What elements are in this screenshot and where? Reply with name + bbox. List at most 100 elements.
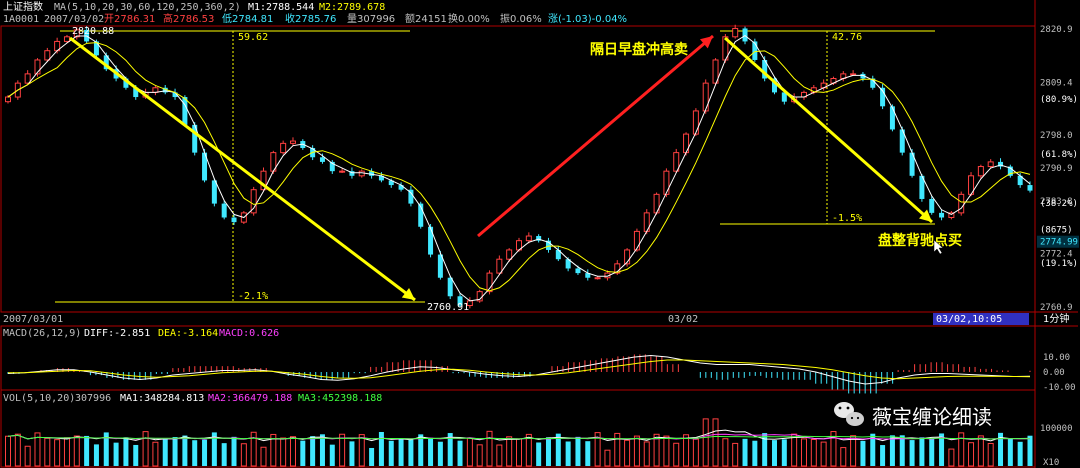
vol-bar-up: [732, 442, 739, 467]
vol-bar-down: [310, 436, 316, 466]
vol-bar-down: [1017, 441, 1023, 466]
vol-bar-down: [536, 442, 542, 466]
vol-bar-down: [133, 444, 139, 466]
candle-body-up: [339, 170, 346, 173]
vol-bar-up: [44, 437, 51, 467]
candle-body-down: [575, 268, 581, 274]
vol-bar-up: [506, 436, 513, 467]
candle-body-down: [929, 198, 935, 213]
vol-bar-up: [516, 438, 522, 467]
moving-average-lines: [7, 34, 1031, 302]
vol-bar-down: [221, 443, 227, 466]
vol-bar-up: [14, 433, 21, 467]
vol-bar-up: [5, 435, 11, 467]
vol-bar-up: [702, 418, 709, 467]
candle-body-up: [5, 96, 11, 103]
candle-body-up: [633, 230, 640, 251]
arrow-up-shaft: [477, 34, 714, 238]
index-name[interactable]: 上证指数: [3, 0, 43, 13]
vol-bar-down: [565, 441, 571, 466]
vol-ma1: MA1:348284.813: [120, 393, 204, 404]
price-axis-label: (8675): [1040, 226, 1073, 236]
vol-bar-up: [948, 448, 955, 467]
macd-axis-label: 0.00: [1043, 368, 1065, 378]
close-value: 收2785.76: [285, 12, 336, 25]
vol-bar-down: [319, 434, 325, 466]
vol-bar-up: [466, 437, 473, 467]
vol-bar-up: [692, 438, 699, 467]
vol-bar-down: [889, 435, 895, 466]
vol-bar-down: [457, 440, 463, 466]
vol-bar-down: [388, 440, 394, 466]
macd-axis: 10.00 0.00 -10.00: [1043, 353, 1076, 393]
vol-bar-up: [683, 434, 690, 467]
vol-bar-down: [919, 437, 925, 466]
vol-bar-up: [663, 435, 670, 467]
vol-bar-up: [73, 435, 80, 467]
candle-body-up: [525, 235, 532, 242]
time-cursor: 03/02,10:05: [936, 314, 1002, 325]
vol-bar-up: [791, 433, 798, 467]
candle-body-down: [939, 212, 945, 218]
candle-body-up: [692, 110, 699, 135]
price-axis-label: 2774.99: [1040, 238, 1078, 248]
candle-body-up: [280, 142, 287, 154]
vol-bar-up: [987, 442, 994, 467]
price-axis-label: 2798.0: [1040, 131, 1073, 141]
vol-bar-up: [260, 446, 267, 467]
candle-body-down: [398, 185, 404, 190]
watermark: 薇宝缠论细读: [834, 402, 992, 429]
low-label: 2760.91: [427, 302, 469, 313]
vol-bar-down: [172, 437, 178, 466]
vol-bar-up: [496, 444, 503, 467]
macd-header: MACD(26,12,9) DIFF:-2.851 DEA:-3.164 MAC…: [3, 328, 279, 339]
pct-left-top: 59.62: [238, 32, 268, 43]
vol-bar-down: [1007, 438, 1013, 466]
vol-bar-up: [624, 439, 631, 467]
macd-axis-label: 10.00: [1043, 353, 1070, 363]
vol-bar-up: [289, 436, 296, 467]
stock-chart[interactable]: 上证指数 MA(5,10,20,30,60,120,250,360,2) M1:…: [0, 0, 1080, 468]
candle-body-down: [742, 28, 748, 42]
macd-axis-label: -10.00: [1043, 383, 1076, 393]
vol-bar-down: [545, 437, 551, 466]
vol-ma3: MA3:452398.188: [298, 393, 382, 404]
vol-bar-up: [820, 441, 827, 467]
period-selector[interactable]: 1分钟: [1043, 312, 1069, 325]
low-value: 低2784.81: [222, 12, 273, 25]
candle-body-up: [702, 82, 709, 112]
vol-bar-up: [800, 438, 807, 467]
m2-value: M2:2789.678: [319, 2, 385, 13]
ma-long-line: [7, 42, 1031, 292]
candle-body-down: [319, 157, 325, 162]
vol-bar-down: [899, 435, 905, 466]
vol-bar-down: [113, 442, 119, 466]
vol-bar-down: [202, 439, 208, 466]
vol-ma2: MA2:366479.188: [208, 393, 292, 404]
ma-short-line: [7, 34, 1031, 302]
vol-bar-up: [358, 434, 365, 467]
vol-bar-down: [349, 441, 355, 466]
amplitude-value: 振0.06%: [500, 12, 542, 25]
vol-bar-up: [643, 441, 650, 467]
candlesticks[interactable]: [5, 24, 1033, 309]
candle-body-up: [44, 50, 51, 61]
candle-body-down: [221, 203, 227, 218]
price-axis-label: (80.9%): [1040, 95, 1078, 105]
vol-axis-label: 100000: [1040, 424, 1073, 434]
vol-bar-down: [369, 447, 375, 466]
vol-bar-down: [929, 438, 935, 466]
vol-bar-up: [476, 444, 483, 467]
candle-body-up: [987, 161, 994, 168]
candle-body-up: [958, 193, 965, 214]
macd-dea: DEA:-3.164: [158, 328, 218, 339]
open-value: 开2786.31: [104, 14, 155, 25]
watermark-text: 薇宝缠论细读: [872, 405, 992, 429]
vol-bar-up: [712, 418, 719, 467]
vol-bar-down: [300, 440, 306, 466]
reference-lines: [55, 30, 935, 303]
vol-bar-up: [63, 437, 70, 467]
vol-bar-down: [781, 439, 787, 466]
price-axis-label: (38.2%): [1040, 199, 1078, 209]
vol-bar-down: [231, 436, 237, 466]
